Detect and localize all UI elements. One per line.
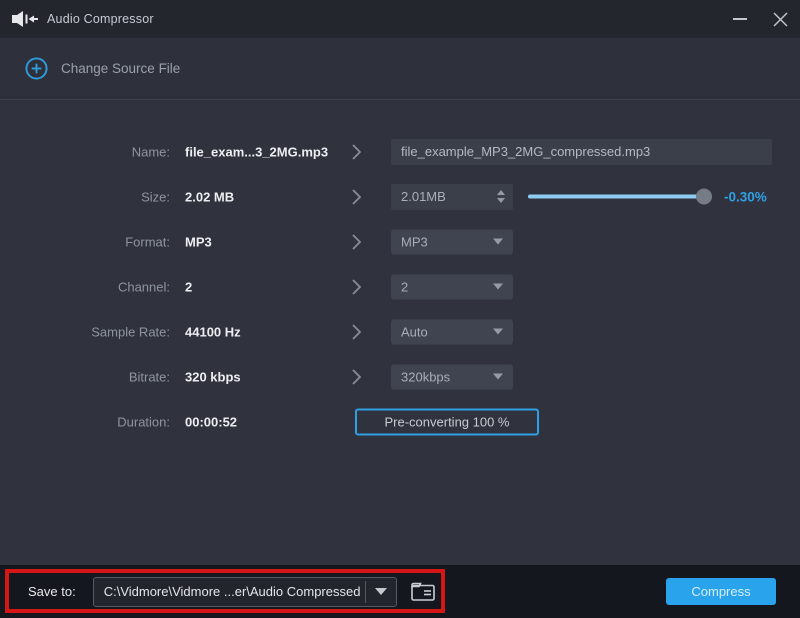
- slider-handle[interactable]: [696, 189, 712, 205]
- chevron-right-icon: [352, 324, 362, 340]
- sample-rate-select[interactable]: Auto: [391, 319, 513, 344]
- folder-icon: [410, 581, 436, 602]
- format-source-value: MP3: [185, 234, 212, 249]
- save-path-value[interactable]: C:\Vidmore\Vidmore ...er\Audio Compresse…: [94, 584, 365, 599]
- stepper-down-icon[interactable]: [497, 198, 505, 203]
- save-to-label: Save to:: [28, 584, 76, 599]
- row-sample-rate: Sample Rate: 44100 Hz Auto: [0, 309, 800, 354]
- chevron-right-icon: [352, 279, 362, 295]
- size-label: Size:: [0, 189, 170, 204]
- source-bar: Change Source File: [0, 38, 800, 100]
- name-label: Name:: [0, 144, 170, 159]
- audio-compressor-window: { "window": { "title": "Audio Compressor…: [0, 0, 800, 618]
- close-button[interactable]: [760, 0, 800, 38]
- add-circle-icon[interactable]: [25, 57, 48, 80]
- browse-folder-button[interactable]: [408, 579, 438, 605]
- format-select[interactable]: MP3: [391, 229, 513, 254]
- row-size: Size: 2.02 MB 2.01MB -0.30%: [0, 174, 800, 219]
- settings-panel: Name: file_exam...3_2MG.mp3 file_example…: [0, 100, 800, 564]
- minimize-button[interactable]: [720, 0, 760, 38]
- row-duration: Duration: 00:00:52 Pre-converting 100 %: [0, 399, 800, 444]
- name-source-value: file_exam...3_2MG.mp3: [185, 144, 328, 159]
- dropdown-caret-icon: [493, 329, 503, 335]
- bitrate-label: Bitrate:: [0, 369, 170, 384]
- chevron-right-icon: [352, 144, 362, 160]
- format-label: Format:: [0, 234, 170, 249]
- size-reduction-percent: -0.30%: [724, 189, 767, 204]
- stepper-arrows: [497, 190, 505, 203]
- save-path-combobox[interactable]: C:\Vidmore\Vidmore ...er\Audio Compresse…: [93, 577, 397, 607]
- size-slider: -0.30%: [528, 189, 767, 204]
- dropdown-caret-icon: [493, 374, 503, 380]
- duration-label: Duration:: [0, 414, 170, 429]
- save-path-dropdown-button[interactable]: [366, 578, 396, 606]
- channel-select[interactable]: 2: [391, 274, 513, 299]
- dropdown-caret-icon: [493, 239, 503, 245]
- size-source-value: 2.02 MB: [185, 189, 234, 204]
- duration-source-value: 00:00:52: [185, 414, 237, 429]
- sample-rate-source-value: 44100 Hz: [185, 324, 241, 339]
- compress-button[interactable]: Compress: [666, 578, 776, 605]
- bitrate-select-value: 320kbps: [401, 369, 450, 384]
- chevron-right-icon: [352, 234, 362, 250]
- size-stepper-value: 2.01MB: [401, 189, 446, 204]
- close-icon: [773, 12, 788, 27]
- row-bitrate: Bitrate: 320 kbps 320kbps: [0, 354, 800, 399]
- dropdown-caret-icon: [493, 284, 503, 290]
- output-name-input[interactable]: file_example_MP3_2MG_compressed.mp3: [391, 139, 772, 165]
- footer-bar: Save to: C:\Vidmore\Vidmore ...er\Audio …: [0, 565, 800, 618]
- channel-source-value: 2: [185, 279, 192, 294]
- format-select-value: MP3: [401, 234, 428, 249]
- chevron-right-icon: [352, 189, 362, 205]
- stepper-up-icon[interactable]: [497, 190, 505, 195]
- size-stepper[interactable]: 2.01MB: [391, 184, 513, 210]
- minimize-icon: [733, 18, 747, 20]
- sample-rate-select-value: Auto: [401, 324, 428, 339]
- pre-converting-status: Pre-converting 100 %: [355, 408, 539, 435]
- bitrate-source-value: 320 kbps: [185, 369, 241, 384]
- change-source-file-button[interactable]: Change Source File: [61, 61, 180, 76]
- speaker-compress-icon: [12, 11, 38, 27]
- sample-rate-label: Sample Rate:: [0, 324, 170, 339]
- dropdown-caret-icon: [375, 588, 387, 595]
- window-controls: [720, 0, 800, 38]
- slider-track[interactable]: [528, 195, 704, 199]
- row-name: Name: file_exam...3_2MG.mp3 file_example…: [0, 129, 800, 174]
- row-channel: Channel: 2 2: [0, 264, 800, 309]
- row-format: Format: MP3 MP3: [0, 219, 800, 264]
- channel-select-value: 2: [401, 279, 408, 294]
- bitrate-select[interactable]: 320kbps: [391, 364, 513, 389]
- title-bar: Audio Compressor: [0, 0, 800, 38]
- window-title: Audio Compressor: [47, 12, 154, 26]
- channel-label: Channel:: [0, 279, 170, 294]
- chevron-right-icon: [352, 369, 362, 385]
